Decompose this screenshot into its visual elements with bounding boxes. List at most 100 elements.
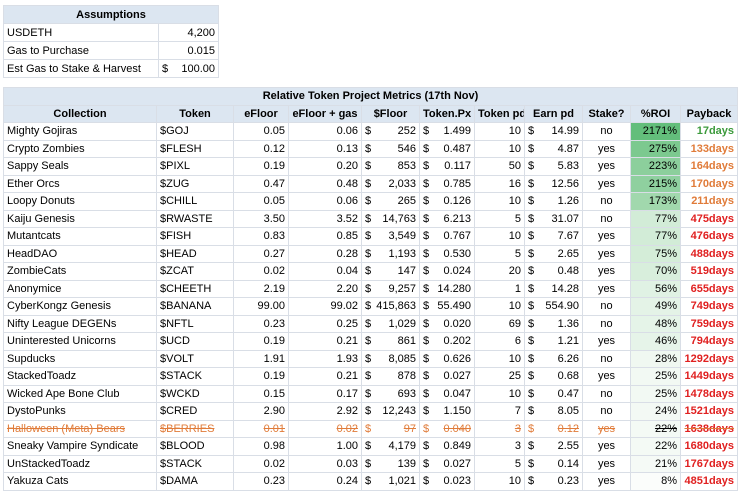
cell-collection[interactable]: ZombieCats (3, 262, 157, 281)
cell-token-pd[interactable]: 10 (474, 192, 525, 211)
cell-efloor[interactable]: 0.98 (233, 437, 289, 456)
cell-token-pd[interactable]: 25 (474, 367, 525, 386)
cell-earn-pd[interactable]: $2.65 (524, 244, 583, 263)
cell-token[interactable]: $VOLT (156, 349, 234, 368)
cell-token-pd[interactable]: 3 (474, 419, 525, 438)
cell-token-pd[interactable]: 50 (474, 157, 525, 176)
cell-usd-floor[interactable]: $861 (361, 332, 420, 351)
cell-roi[interactable]: 22% (630, 437, 681, 456)
cell-token-px[interactable]: $0.530 (419, 244, 475, 263)
cell-stake[interactable]: yes (582, 472, 631, 491)
cell-token[interactable]: $RWASTE (156, 209, 234, 228)
cell-earn-pd[interactable]: $554.90 (524, 297, 583, 316)
cell-usd-floor[interactable]: $878 (361, 367, 420, 386)
cell-token[interactable]: $GOJ (156, 122, 234, 141)
cell-payback[interactable]: 170days (679, 174, 739, 193)
cell-usd-floor[interactable]: $1,193 (361, 244, 420, 263)
cell-token-px[interactable]: $6.213 (419, 209, 475, 228)
header-earn-pd[interactable]: Earn pd (524, 104, 583, 123)
cell-collection[interactable]: Sappy Seals (3, 157, 157, 176)
cell-token[interactable]: $DAMA (156, 472, 234, 491)
cell-efloor[interactable]: 0.15 (233, 384, 289, 403)
cell-stake[interactable]: yes (582, 367, 631, 386)
cell-roi[interactable]: 215% (630, 174, 681, 193)
cell-efloor[interactable]: 0.47 (233, 174, 289, 193)
cell-efloor[interactable]: 2.19 (233, 279, 289, 298)
cell-token[interactable]: $FISH (156, 227, 234, 246)
cell-usd-floor[interactable]: $693 (361, 384, 420, 403)
cell-efloor-gas[interactable]: 0.48 (288, 174, 362, 193)
cell-stake[interactable]: yes (582, 419, 631, 438)
cell-payback[interactable]: 476days (679, 227, 739, 246)
cell-efloor[interactable]: 0.83 (233, 227, 289, 246)
cell-stake[interactable]: yes (582, 244, 631, 263)
cell-usd-floor[interactable]: $3,549 (361, 227, 420, 246)
cell-usd-floor[interactable]: $265 (361, 192, 420, 211)
cell-collection[interactable]: HeadDAO (3, 244, 157, 263)
cell-payback[interactable]: 794days (679, 332, 739, 351)
cell-token-pd[interactable]: 3 (474, 437, 525, 456)
cell-efloor[interactable]: 0.19 (233, 367, 289, 386)
cell-usd-floor[interactable]: $12,243 (361, 402, 420, 421)
cell-payback[interactable]: 1449days (679, 367, 739, 386)
cell-token-px[interactable]: $1.150 (419, 402, 475, 421)
cell-collection[interactable]: Mighty Gojiras (3, 122, 157, 141)
cell-efloor-gas[interactable]: 0.20 (288, 157, 362, 176)
metrics-title[interactable]: Relative Token Project Metrics (17th Nov… (2, 87, 739, 106)
cell-roi[interactable]: 223% (630, 157, 681, 176)
cell-stake[interactable]: yes (582, 227, 631, 246)
cell-earn-pd[interactable]: $0.23 (524, 472, 583, 491)
cell-stake[interactable]: yes (582, 332, 631, 351)
cell-stake[interactable]: no (582, 349, 631, 368)
cell-token[interactable]: $NFTL (156, 314, 234, 333)
cell-token-px[interactable]: $0.027 (419, 367, 475, 386)
header-roi[interactable]: %ROI (630, 104, 681, 123)
assumption-label[interactable]: USDETH (3, 23, 159, 42)
cell-stake[interactable]: no (582, 384, 631, 403)
cell-roi[interactable]: 77% (630, 209, 681, 228)
cell-token[interactable]: $BLOOD (156, 437, 234, 456)
cell-efloor[interactable]: 0.02 (233, 262, 289, 281)
cell-token[interactable]: $ZUG (156, 174, 234, 193)
header-stake[interactable]: Stake? (582, 104, 631, 123)
cell-payback[interactable]: 1521days (679, 402, 739, 421)
cell-earn-pd[interactable]: $0.48 (524, 262, 583, 281)
cell-token[interactable]: $CRED (156, 402, 234, 421)
header-token-pd[interactable]: Token pd (474, 104, 525, 123)
cell-efloor-gas[interactable]: 2.20 (288, 279, 362, 298)
cell-usd-floor[interactable]: $2,033 (361, 174, 420, 193)
header-collection[interactable]: Collection (3, 104, 157, 123)
cell-collection[interactable]: Wicked Ape Bone Club (3, 384, 157, 403)
header-token-px[interactable]: Token.Px (419, 104, 475, 123)
cell-roi[interactable]: 2171% (630, 122, 681, 141)
cell-collection[interactable]: Sneaky Vampire Syndicate (3, 437, 157, 456)
cell-token-px[interactable]: $0.040 (419, 419, 475, 438)
cell-token-pd[interactable]: 5 (474, 244, 525, 263)
cell-collection[interactable]: Supducks (3, 349, 157, 368)
cell-token-pd[interactable]: 5 (474, 209, 525, 228)
cell-token[interactable]: $FLESH (156, 139, 234, 158)
cell-earn-pd[interactable]: $4.87 (524, 139, 583, 158)
cell-efloor[interactable]: 3.50 (233, 209, 289, 228)
cell-earn-pd[interactable]: $14.99 (524, 122, 583, 141)
cell-collection[interactable]: Halloween (Meta) Bears (3, 419, 157, 438)
cell-payback[interactable]: 759days (679, 314, 739, 333)
cell-stake[interactable]: yes (582, 437, 631, 456)
cell-collection[interactable]: Uninterested Unicorns (3, 332, 157, 351)
cell-payback[interactable]: 4851days (679, 472, 739, 491)
cell-earn-pd[interactable]: $7.67 (524, 227, 583, 246)
cell-earn-pd[interactable]: $2.55 (524, 437, 583, 456)
cell-efloor-gas[interactable]: 0.04 (288, 262, 362, 281)
cell-roi[interactable]: 70% (630, 262, 681, 281)
cell-token-pd[interactable]: 69 (474, 314, 525, 333)
cell-efloor[interactable]: 0.05 (233, 122, 289, 141)
assumptions-title[interactable]: Assumptions (3, 5, 219, 24)
cell-earn-pd[interactable]: $31.07 (524, 209, 583, 228)
cell-stake[interactable]: no (582, 192, 631, 211)
cell-efloor[interactable]: 0.01 (233, 419, 289, 438)
cell-token-px[interactable]: $0.024 (419, 262, 475, 281)
cell-usd-floor[interactable]: $1,021 (361, 472, 420, 491)
cell-token-pd[interactable]: 10 (474, 384, 525, 403)
cell-efloor[interactable]: 2.90 (233, 402, 289, 421)
cell-token-pd[interactable]: 7 (474, 402, 525, 421)
